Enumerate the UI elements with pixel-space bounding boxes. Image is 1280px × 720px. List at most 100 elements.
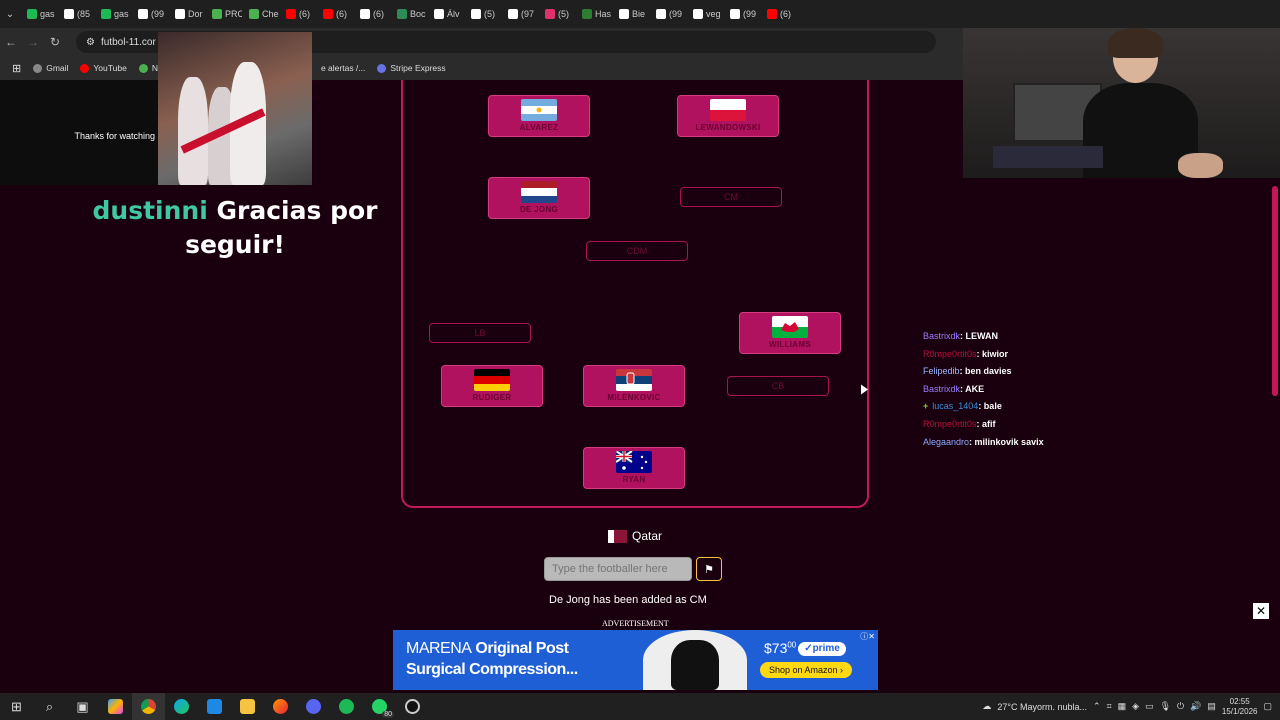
webcam-overlay xyxy=(963,28,1280,178)
weather-icon[interactable]: ☁ xyxy=(982,701,991,712)
site-info-icon[interactable]: ⚙ xyxy=(86,37,95,48)
tray-chevron-icon[interactable]: ⌃ xyxy=(1093,701,1101,712)
scrollbar-thumb[interactable] xyxy=(1272,186,1278,396)
browser-tab[interactable]: (6) xyxy=(763,3,797,25)
ad-price-cents: 00 xyxy=(787,640,797,650)
windows-start-icon[interactable]: ⊞ xyxy=(0,693,33,720)
chrome-icon[interactable] xyxy=(132,693,165,720)
task-view-icon[interactable]: ▣ xyxy=(66,693,99,720)
player-card-lewandowski[interactable]: LEWANDOWSKI xyxy=(677,95,779,137)
footballer-input[interactable] xyxy=(544,557,692,581)
notification-icon[interactable]: ▢ xyxy=(1263,701,1272,712)
tab-favicon-icon xyxy=(27,9,37,19)
power-icon[interactable]: ⏻ xyxy=(1177,701,1184,712)
browser-tab[interactable]: Bie xyxy=(615,3,649,25)
tab-search-chevron-icon[interactable]: ⌄ xyxy=(0,3,20,25)
browser-tab[interactable]: veg xyxy=(689,3,723,25)
reload-icon[interactable]: ↻ xyxy=(44,35,66,49)
browser-tab[interactable]: (5) xyxy=(541,3,575,25)
close-icon[interactable]: ✕ xyxy=(1253,603,1269,619)
shield-icon[interactable]: ◈ xyxy=(1132,701,1139,712)
browser-tab[interactable]: (6) xyxy=(319,3,353,25)
player-name: RYAN xyxy=(622,475,646,484)
microphone-icon[interactable]: 🎙 xyxy=(1160,701,1171,712)
tab-favicon-icon xyxy=(397,9,407,19)
browser-tab[interactable]: Dor xyxy=(171,3,205,25)
whatsapp-icon[interactable]: 80 xyxy=(363,693,396,720)
chat-username: lucas_1404 xyxy=(932,401,979,412)
wales-flag-icon xyxy=(772,316,808,338)
tab-favicon-icon xyxy=(434,9,444,19)
copilot-icon[interactable] xyxy=(99,693,132,720)
page-scrollbar[interactable] xyxy=(1270,178,1280,617)
file-explorer-icon[interactable] xyxy=(231,693,264,720)
player-card-milenkovic[interactable]: MILENKOVIC xyxy=(583,365,685,407)
browser-tab[interactable]: Che xyxy=(245,3,279,25)
search-icon[interactable]: ⌕ xyxy=(33,693,66,720)
browser-tab[interactable]: (97 xyxy=(504,3,538,25)
browser-tab[interactable]: PRC xyxy=(208,3,242,25)
chat-username: Alegaandro xyxy=(923,436,970,447)
argentina-flag-icon xyxy=(521,99,557,121)
position-slot-cm[interactable]: CM xyxy=(680,187,782,207)
back-arrow-icon[interactable]: ← xyxy=(0,35,22,49)
browser-tab[interactable]: (6) xyxy=(282,3,316,25)
apps-grid-icon[interactable]: ⊞ xyxy=(12,62,21,75)
amazon-ad[interactable]: MARENA Original Post Surgical Compressio… xyxy=(393,630,878,690)
browser-tab[interactable]: gas xyxy=(23,3,57,25)
player-card-de-jong[interactable]: DE JONG xyxy=(488,177,590,219)
chat-message: Felipedib: ben davies xyxy=(923,363,1044,381)
chat-message: + lucas_1404: bale xyxy=(923,398,1044,416)
position-slot-cb[interactable]: CB xyxy=(727,376,829,396)
monitor-icon[interactable]: ▭ xyxy=(1145,701,1154,712)
player-card-alvarez[interactable]: ALVAREZ xyxy=(488,95,590,137)
chat-message: Bastrixdk: LEWAN xyxy=(923,328,1044,346)
bookmark-item[interactable]: YouTube xyxy=(80,63,127,73)
position-slot-cdm[interactable]: CDM xyxy=(586,241,688,261)
browser-tab[interactable]: (5) xyxy=(467,3,501,25)
tab-label: (6) xyxy=(299,9,310,19)
player-name: WILLIAMS xyxy=(769,340,811,349)
browser-tab[interactable]: (99 xyxy=(652,3,686,25)
player-card-williams[interactable]: WILLIAMS xyxy=(739,312,841,354)
flag-icon[interactable]: ⚑ xyxy=(696,557,722,581)
player-card-rudiger[interactable]: RUDIGER xyxy=(441,365,543,407)
spotify-icon[interactable] xyxy=(330,693,363,720)
browser-tab[interactable]: Álv xyxy=(430,3,464,25)
forward-arrow-icon[interactable]: → xyxy=(22,35,44,49)
ad-title-line2: Surgical Compression... xyxy=(406,661,578,678)
firefox-icon[interactable] xyxy=(264,693,297,720)
browser-tab[interactable]: (99 xyxy=(726,3,760,25)
browser-tab[interactable]: (6) xyxy=(356,3,390,25)
browser-tab[interactable]: Boc xyxy=(393,3,427,25)
store-icon[interactable] xyxy=(198,693,231,720)
discord-icon[interactable] xyxy=(297,693,330,720)
network-icon[interactable]: ▤ xyxy=(1207,701,1216,712)
stream-chat: Bastrixdk: LEWAN R0mpe0rtit0s: kiwior Feli… xyxy=(923,328,1044,451)
bookmark-item[interactable]: Stripe Express xyxy=(377,63,446,73)
formation-pitch xyxy=(401,80,869,508)
edge-icon[interactable] xyxy=(165,693,198,720)
tab-label: (85 xyxy=(77,9,91,19)
volume-icon[interactable]: 🔊 xyxy=(1190,701,1201,712)
netherlands-flag-icon xyxy=(521,181,557,203)
obs-icon[interactable] xyxy=(396,693,429,720)
position-slot-lb[interactable]: LB xyxy=(429,323,531,343)
streamer-hair-image xyxy=(1108,28,1163,58)
browser-tab[interactable]: Has xyxy=(578,3,612,25)
browser-tab[interactable]: (99 xyxy=(134,3,168,25)
browser-tab[interactable]: (85 xyxy=(60,3,94,25)
shop-on-amazon-button[interactable]: Shop on Amazon › xyxy=(760,662,852,678)
player-card-ryan[interactable]: RYAN xyxy=(583,447,685,489)
bookmark-item[interactable]: N xyxy=(138,63,158,73)
follower-username: dustinni xyxy=(92,196,208,225)
ad-info-icon[interactable]: ⓘ✕ xyxy=(860,631,875,642)
bookmark-item[interactable]: Gmail xyxy=(33,63,68,73)
browser-tab[interactable]: gas xyxy=(97,3,131,25)
weather-text[interactable]: 27°C Mayorm. nubla... xyxy=(997,702,1087,712)
clock[interactable]: 02:55 15/1/2026 xyxy=(1222,697,1258,717)
usb-icon[interactable]: ⌗ xyxy=(1107,701,1112,712)
bookmark-item[interactable]: e alertas /... xyxy=(307,63,366,73)
app-tray-icon[interactable]: ▦ xyxy=(1118,701,1127,712)
bookmark-label: e alertas /... xyxy=(320,63,366,73)
